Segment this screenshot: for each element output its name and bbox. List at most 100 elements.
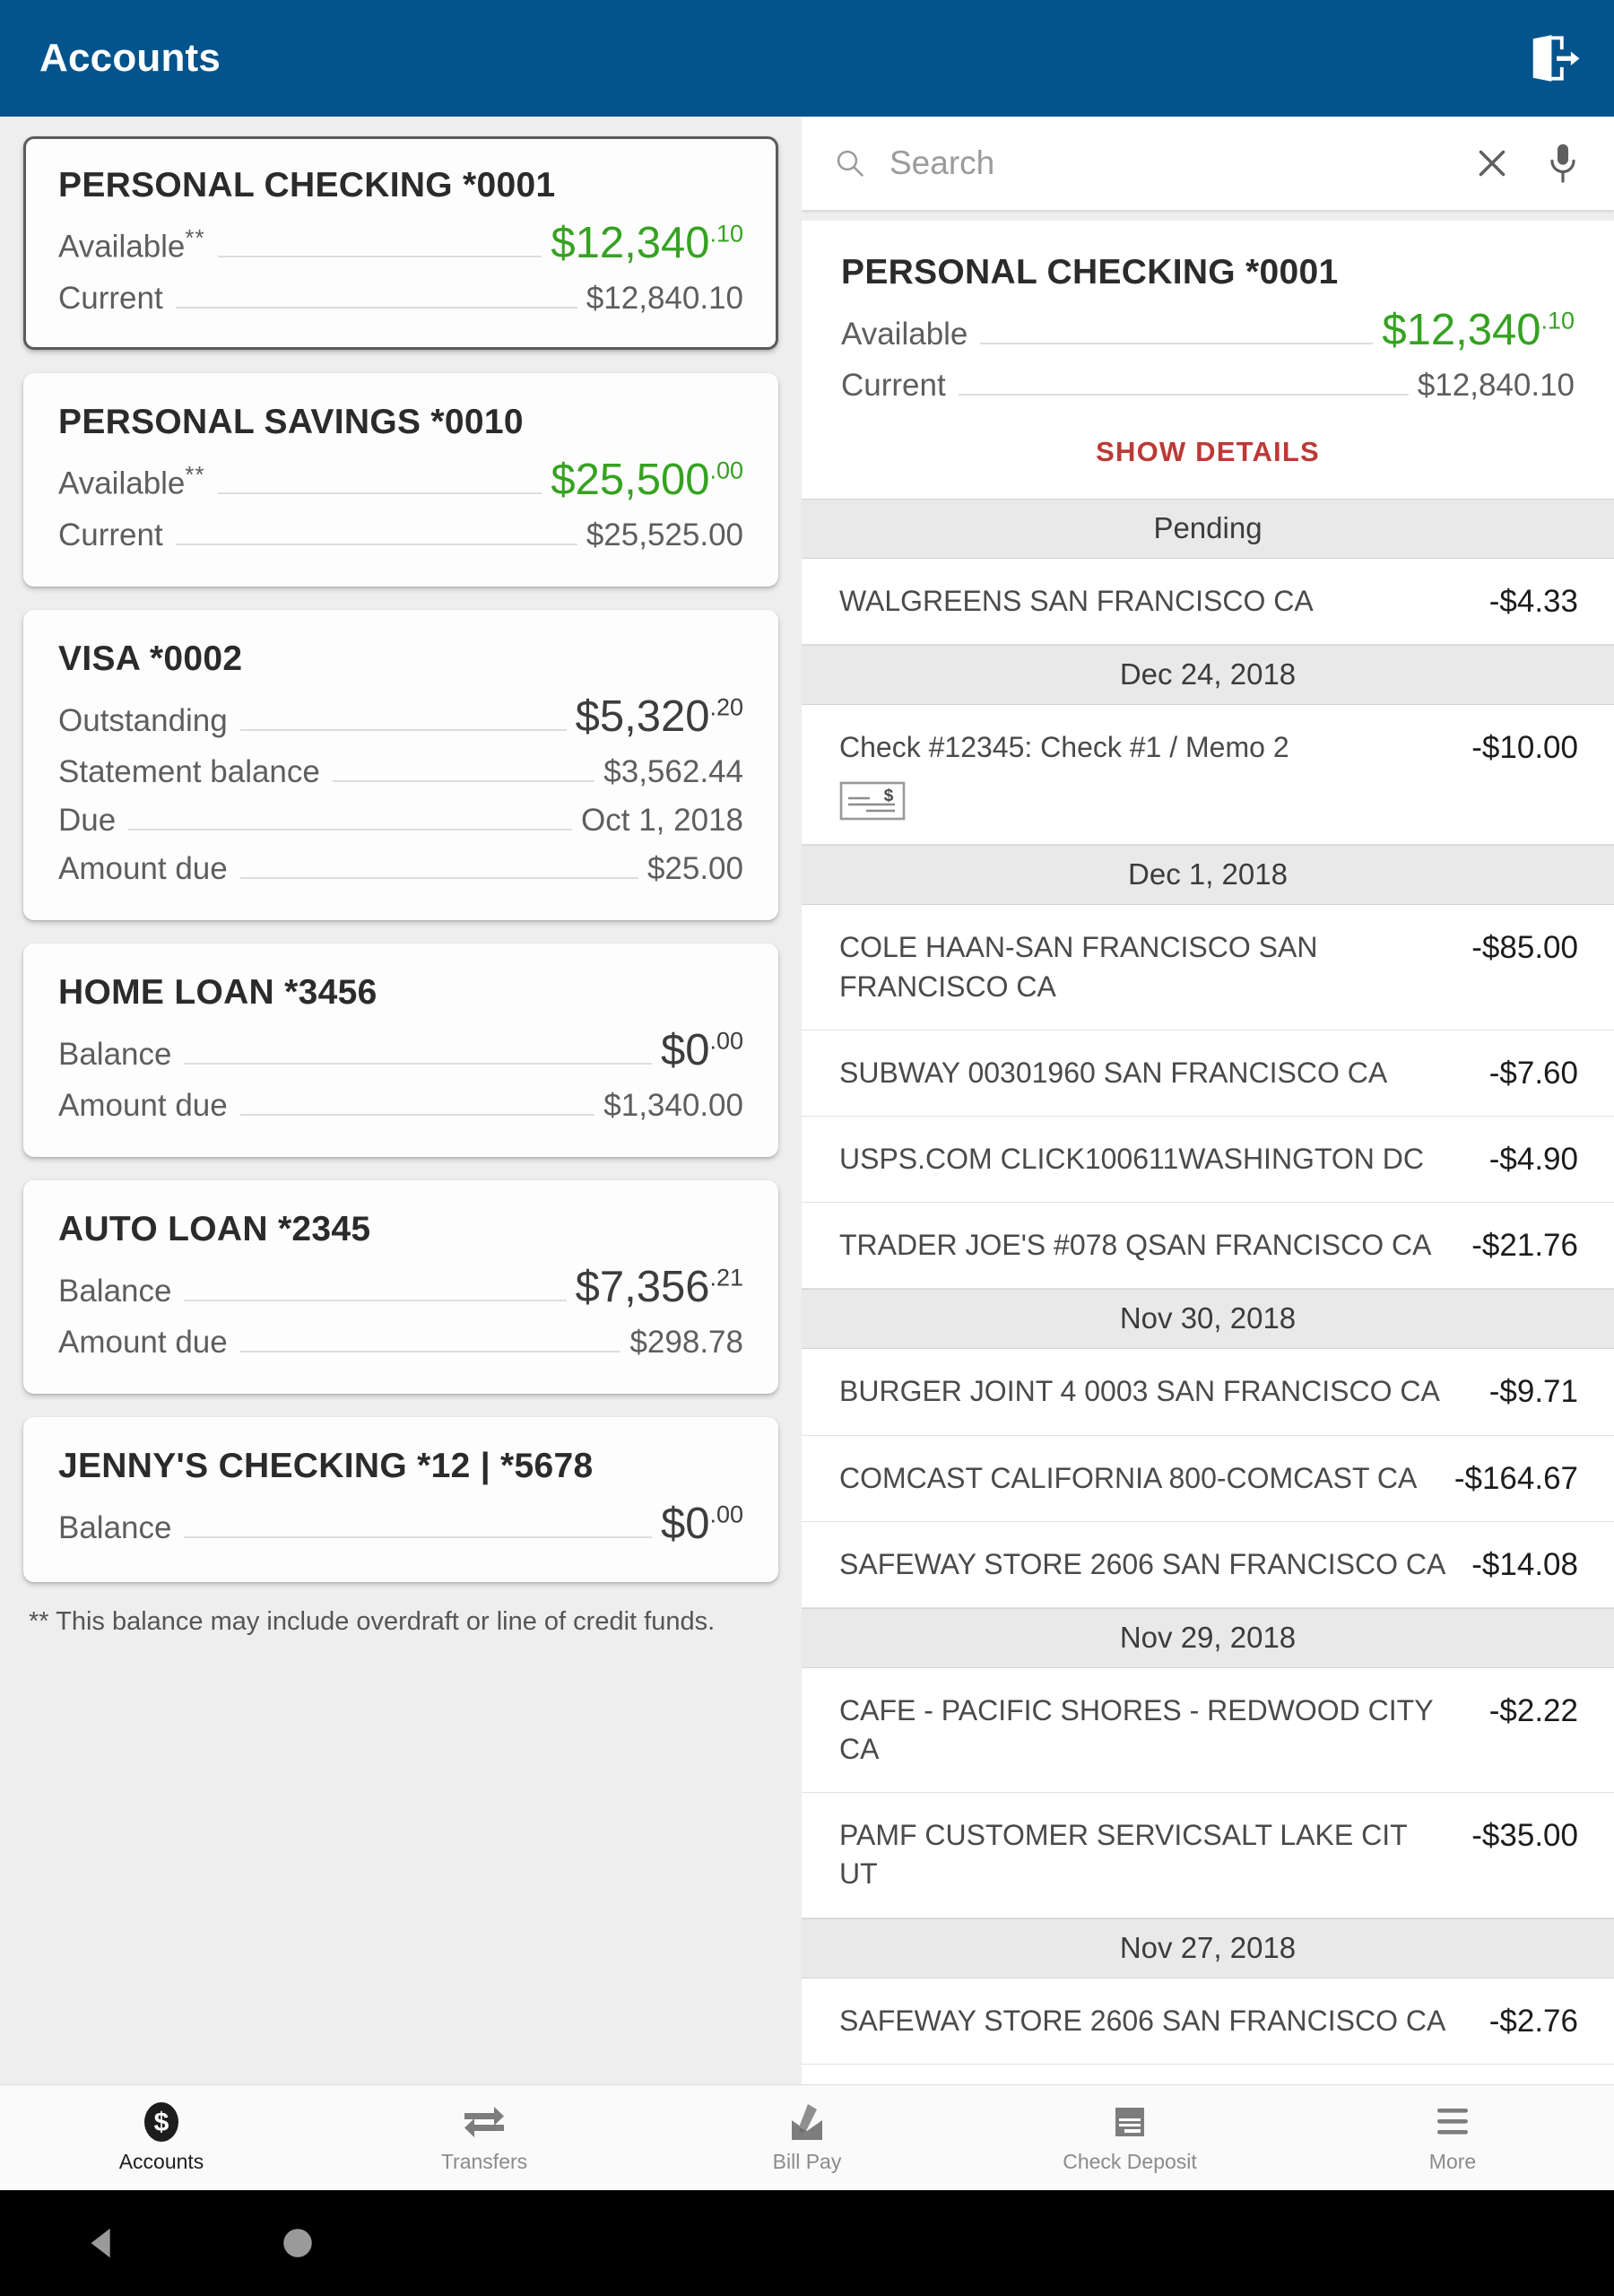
transaction-row[interactable]: BURGER JOINT 4 0003 SAN FRANCISCO CA -$9.… [802,1349,1614,1436]
nav-item-label: More [1428,2150,1477,2173]
microphone-icon[interactable] [1548,143,1578,184]
account-card[interactable]: AUTO LOAN *2345 Balance $7,356.21 Amount du… [23,1180,778,1394]
search-icon [837,150,863,177]
nav-item-bill-pay[interactable]: Bill Pay [646,2101,968,2174]
account-detail-row: Outstanding $5,320.20 [58,695,743,742]
row-value: $7,356.21 [575,1263,743,1311]
transaction-date-header: Dec 24, 2018 [802,645,1614,706]
account-detail-row: Balance $0.00 [58,1029,743,1075]
row-leader-line [332,780,595,782]
row-value-cents: .00 [709,1027,743,1055]
row-value: $1,340.00 [603,1088,743,1123]
detail-scroll-region[interactable]: PERSONAL CHECKING *0001 Available $12,340… [802,221,1614,2084]
row-label: Balance [58,1037,172,1072]
transaction-amount: -$14.08 [1471,1546,1578,1582]
account-detail-row: Statement balance $3,562.44 [58,754,743,790]
account-card[interactable]: PERSONAL SAVINGS *0010 Available** $25,500… [23,373,778,587]
transaction-row[interactable]: WALGREENS SAN FRANCISCO CA -$4.33 [802,559,1614,646]
row-label: Statement balance [58,754,320,789]
account-card[interactable]: PERSONAL CHECKING *0001 Available** $12,34… [23,136,778,350]
account-card[interactable]: VISA *0002 Outstanding $5,320.20 Statement … [23,610,778,920]
check-image-icon[interactable]: $ [839,781,906,821]
row-leader-line [217,492,542,494]
account-detail-row: Available** $25,500.00 [58,458,743,505]
accounts-list-pane: PERSONAL CHECKING *0001 Available** $12,34… [0,117,802,2084]
row-value-cents: .00 [709,1500,743,1528]
transaction-row[interactable]: PAMF CUSTOMER SERVICSALT LAKE CIT UT -$35… [802,1793,1614,1918]
transaction-row[interactable]: Check #12345: Check #1 / Memo 2 $ -$10.00 [802,705,1614,846]
show-details-button[interactable]: SHOW DETAILS [841,404,1575,499]
detail-account-name: PERSONAL CHECKING *0001 [841,253,1339,291]
transaction-amount: -$164.67 [1453,1460,1578,1496]
transaction-row[interactable]: SUBWAY 00301960 SAN FRANCISCO CA -$7.60 [802,1030,1614,1117]
account-detail-pane: PERSONAL CHECKING *0001 Available $12,340… [802,117,1614,2084]
overdraft-asterisk: ** [185,224,205,252]
transaction-date-header: Nov 29, 2018 [802,1607,1614,1668]
overdraft-footnote: ** This balance may include overdraft or… [29,1607,716,1636]
row-value-cents: .21 [709,1264,743,1292]
nav-item-check-deposit[interactable]: Check Deposit [968,2101,1291,2174]
account-detail-row: Available** $12,340.10 [58,222,743,268]
transaction-description: COLE HAAN-SAN FRANCISCO SAN FRANCISCO CA [839,931,1318,1003]
transaction-row[interactable]: COMCAST CALIFORNIA 800-COMCAST CA -$164.6… [802,1435,1614,1522]
dollar-coin-icon: $ [142,2101,181,2143]
account-card-name: AUTO LOAN *2345 [58,1210,371,1248]
transaction-row[interactable]: SAFEWAY STORE 2606 SAN FRANCISCO CA -$2.7… [802,1978,1614,2065]
home-circle-icon[interactable] [278,2223,317,2263]
account-card[interactable]: JENNY'S CHECKING *12 | *5678 Balance $0.00 [23,1417,778,1582]
account-card-name: JENNY'S CHECKING *12 | *5678 [58,1447,594,1485]
account-card[interactable]: HOME LOAN *3456 Balance $0.00 Amount due $1,… [23,944,778,1157]
transaction-description: PAMF CUSTOMER SERVICSALT LAKE CIT UT [839,1819,1408,1891]
transaction-date-header: Dec 1, 2018 [802,845,1614,906]
transaction-description: SUBWAY 00301960 SAN FRANCISCO CA [839,1056,1388,1089]
transaction-description: USPS.COM CLICK100611WASHINGTON DC [839,1142,1425,1175]
row-label: Amount due [58,851,228,886]
search-input[interactable] [889,144,1458,182]
transaction-row[interactable]: TRADER JOE'S #078 QSAN FRANCISCO CA -$21.… [802,1203,1614,1290]
transaction-amount: -$7.60 [1488,1055,1578,1091]
svg-text:$: $ [154,2108,169,2137]
transaction-row[interactable]: DSW COLUMBUS-$32.00 [802,2064,1614,2084]
row-value: $0.00 [660,1500,743,1548]
row-label: Available** [58,224,205,265]
transaction-description: WALGREENS SAN FRANCISCO CA [839,585,1314,617]
nav-item-transfers[interactable]: Transfers [323,2101,646,2174]
transaction-row[interactable]: CAFE - PACIFIC SHORES - REDWOOD CITY CA -… [802,1667,1614,1794]
page-title: Accounts [39,36,221,80]
account-detail-row: Balance $7,356.21 [58,1265,743,1312]
logout-icon[interactable] [1526,30,1582,86]
row-leader-line [184,1536,652,1538]
system-navigation-bar [0,2190,1614,2296]
account-detail-row: Due Oct 1, 2018 [58,803,743,839]
nav-item-label: Bill Pay [772,2150,842,2173]
nav-item-more[interactable]: More [1291,2101,1614,2174]
transaction-description: CAFE - PACIFIC SHORES - REDWOOD CITY CA [839,1693,1433,1766]
row-value: $25,525.00 [586,517,743,552]
row-label: Amount due [58,1325,228,1360]
row-leader-line [184,1300,567,1301]
row-leader-line [175,544,577,545]
row-value: Oct 1, 2018 [581,803,743,838]
transaction-row[interactable]: USPS.COM CLICK100611WASHINGTON DC -$4.90 [802,1116,1614,1204]
nav-item-accounts[interactable]: $ Accounts [0,2101,323,2174]
row-value: $12,840.10 [586,281,743,316]
close-icon[interactable] [1474,145,1510,181]
row-value: $12,340.10 [551,219,743,267]
account-detail-row: Balance $0.00 [58,1502,743,1549]
row-label: Available [841,317,968,352]
nav-item-label: Accounts [118,2150,204,2173]
row-value: $12,340.10 [1382,306,1575,354]
transaction-row[interactable]: COLE HAAN-SAN FRANCISCO SAN FRANCISCO CA… [802,905,1614,1031]
row-leader-line [184,1063,652,1065]
overdraft-asterisk: ** [185,461,205,489]
account-detail-row: Current $25,525.00 [58,517,743,553]
row-value-cents: .00 [709,457,743,484]
app-bar: Accounts [0,0,1614,117]
back-triangle-icon[interactable] [82,2222,124,2264]
row-leader-line [175,307,577,309]
transaction-row[interactable]: SAFEWAY STORE 2606 SAN FRANCISCO CA -$14.… [802,1521,1614,1608]
nav-item-label: Transfers [440,2150,528,2173]
transaction-description: Check #12345: Check #1 / Memo 2 $ [839,728,1471,821]
transaction-amount: -$4.33 [1488,584,1578,619]
row-label: Due [58,803,117,838]
